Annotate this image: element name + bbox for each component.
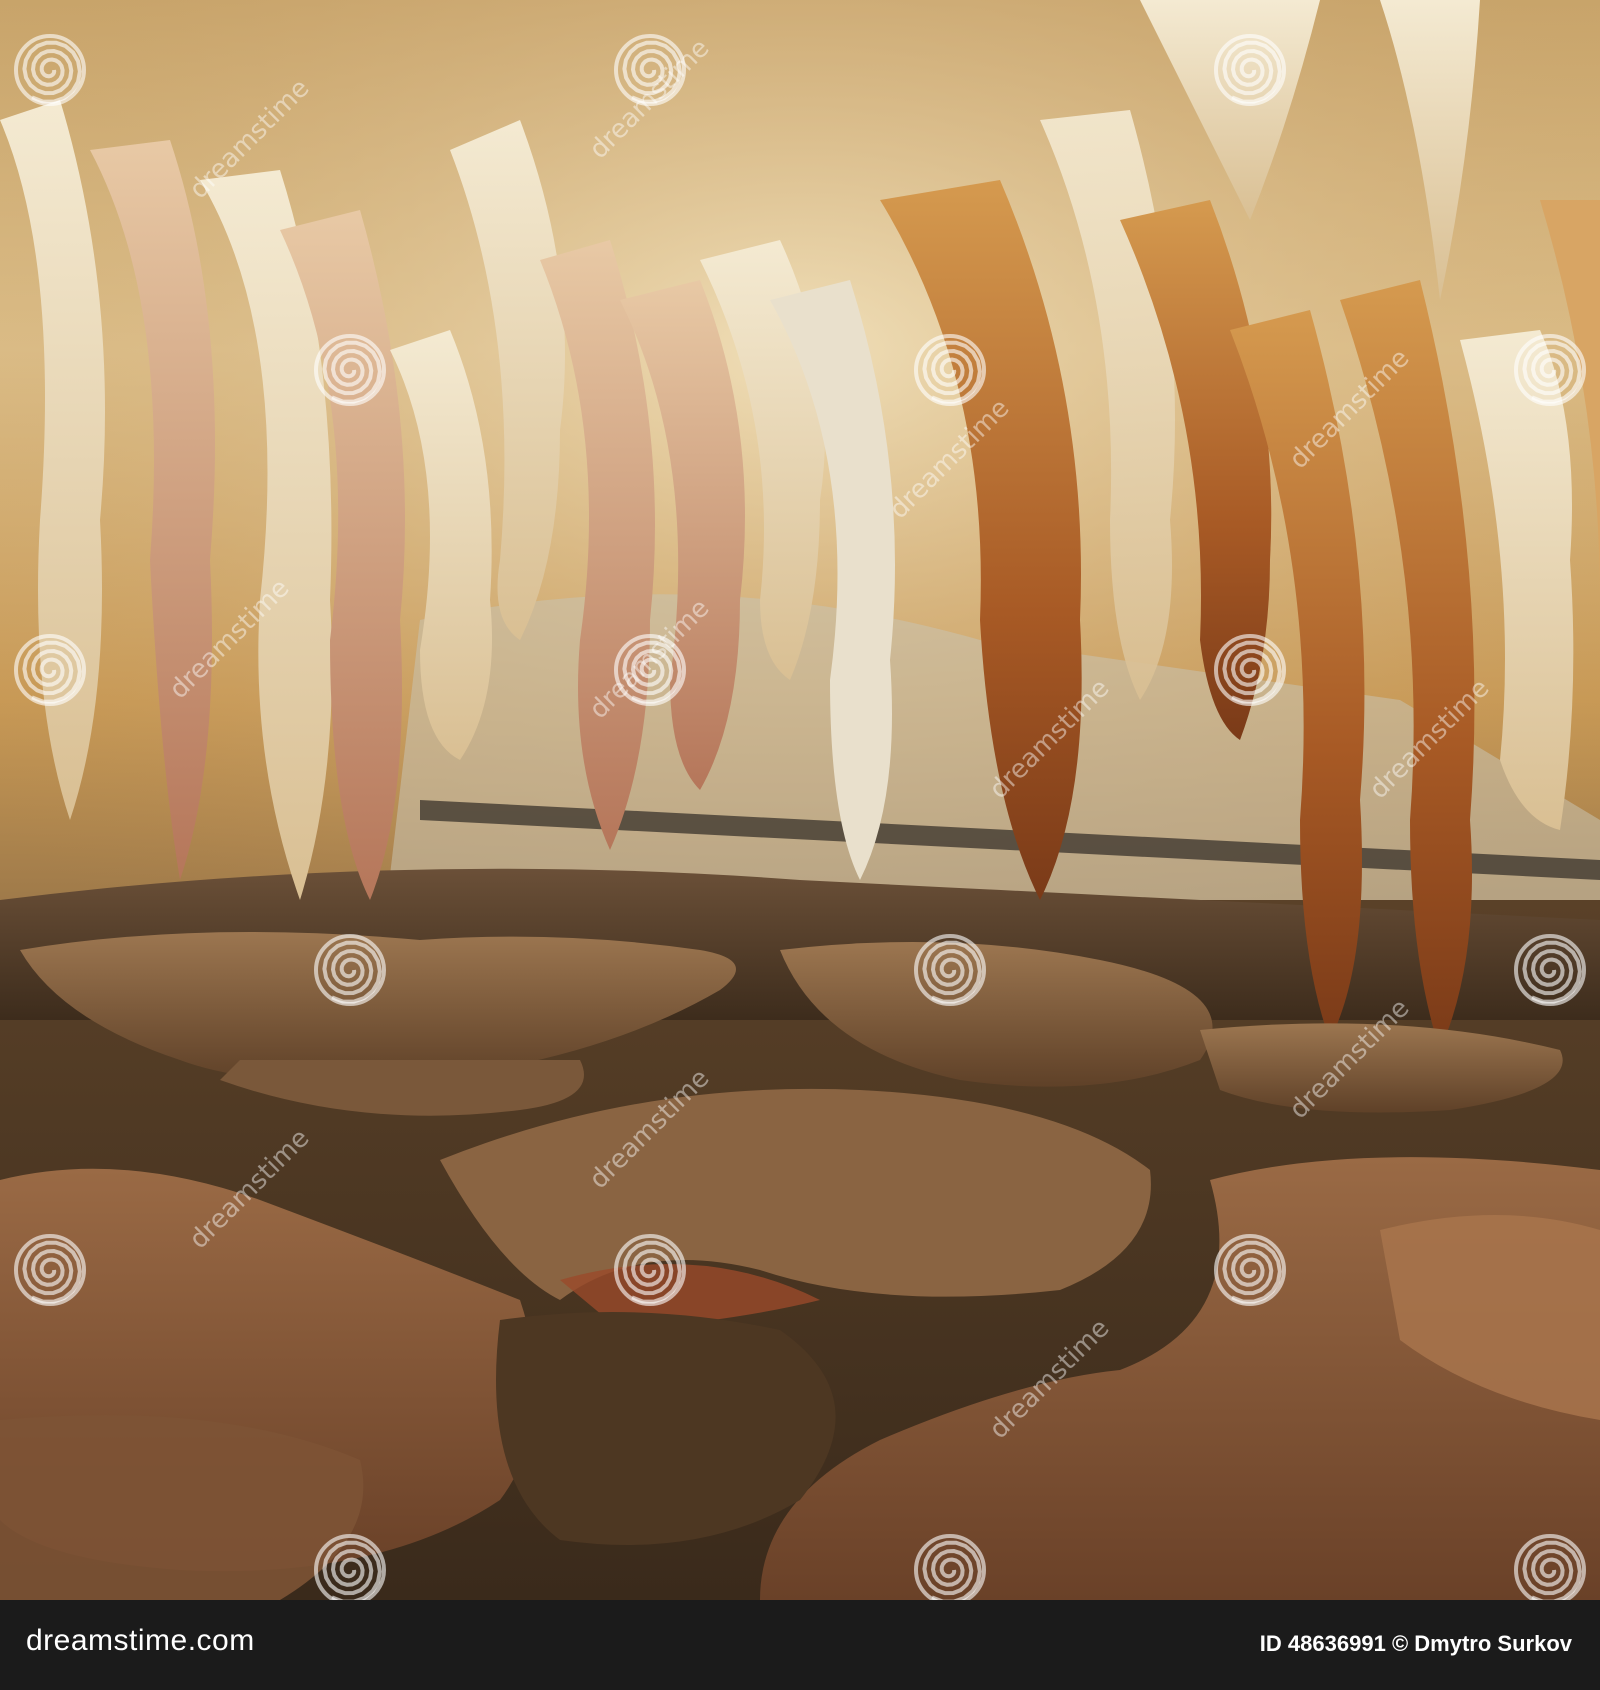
copyright-symbol: © [1391,1631,1409,1656]
cave-photo [0,0,1600,1600]
author-name[interactable]: Dmytro Surkov [1414,1631,1572,1656]
id-label: ID [1259,1631,1282,1656]
image-credit: ID 48636991 © Dmytro Surkov [1260,1631,1572,1657]
id-value: 48636991 [1287,1631,1386,1656]
brand-name[interactable]: dreamstime.com [26,1624,255,1658]
footer-bar: dreamstime.com ID 48636991 © Dmytro Surk… [0,1600,1600,1690]
